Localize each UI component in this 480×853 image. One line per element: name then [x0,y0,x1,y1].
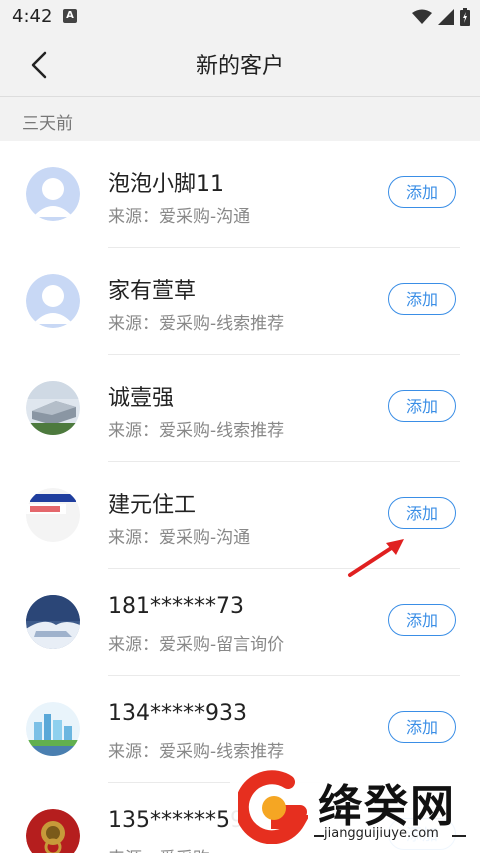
contact-name: 诚壹强 [108,386,175,411]
watermark-line [314,835,324,837]
signal-icon [438,9,454,25]
wifi-icon [412,9,432,24]
battery-icon [460,8,470,26]
default-avatar-icon [26,274,80,328]
add-button[interactable]: 添加 [388,390,456,422]
list-item[interactable]: 诚壹强 来源：爱采购-线索推荐 添加 [0,355,480,462]
contact-name: 建元住工 [108,493,197,518]
list-item[interactable]: 家有萱草 来源：爱采购-线索推荐 添加 [0,248,480,355]
red-arrow-icon [348,539,404,577]
default-avatar-icon [26,167,80,221]
section-header: 三天前 [0,97,480,141]
city-skyline-avatar-icon [26,702,80,756]
status-time: 4:42 [12,6,53,27]
contact-list: 泡泡小脚11 来源：爱采购-沟通 添加 家有萱草 来源：爱采购-线索推荐 添加 … [0,141,480,853]
contact-source: 来源：爱采购-线索推荐 [108,742,285,762]
list-item[interactable]: 181******73 来源：爱采购-留言询价 添加 [0,569,480,676]
watermark-line [452,835,466,837]
watermark: 绛癸网 jiangguijiuye.com [230,760,480,853]
contact-name: 泡泡小脚11 [108,172,224,197]
contact-source: 来源：爱采购-... [108,844,232,853]
contact-source: 来源：爱采购-线索推荐 [108,314,285,334]
contact-name: 家有萱草 [108,279,197,304]
page-title: 新的客户 [195,54,284,79]
add-button[interactable]: 添加 [388,604,456,636]
nav-bar: 新的客户 [0,34,480,97]
contact-name: 134*****933 [108,701,247,726]
status-icons [412,8,470,26]
contact-name: 181******73 [108,594,244,619]
contact-source: 来源：爱采购-沟通 [108,207,251,227]
watermark-brand: 绛癸网 [318,781,456,832]
notification-badge-icon: A [63,9,77,23]
contact-source: 来源：爱采购-线索推荐 [108,421,285,441]
watermark-url: jiangguijiuye.com [324,826,439,841]
add-button[interactable]: 添加 [388,283,456,315]
snow-landscape-avatar-icon [26,595,80,649]
door-knocker-avatar-icon [26,809,80,853]
company-logo-avatar-icon [26,488,80,542]
contact-source: 来源：爱采购-沟通 [108,528,251,548]
add-button[interactable]: 添加 [388,711,456,743]
brand-logo-icon [238,770,308,844]
list-item[interactable]: 泡泡小脚11 来源：爱采购-沟通 添加 [0,141,480,248]
contact-source: 来源：爱采购-留言询价 [108,635,285,655]
add-button[interactable]: 添加 [388,497,456,529]
section-label: 三天前 [22,114,73,134]
contact-name: 135******59 [108,808,244,833]
building-avatar-icon [26,381,80,435]
status-bar: 4:42 A [0,0,480,34]
add-button[interactable]: 添加 [388,176,456,208]
